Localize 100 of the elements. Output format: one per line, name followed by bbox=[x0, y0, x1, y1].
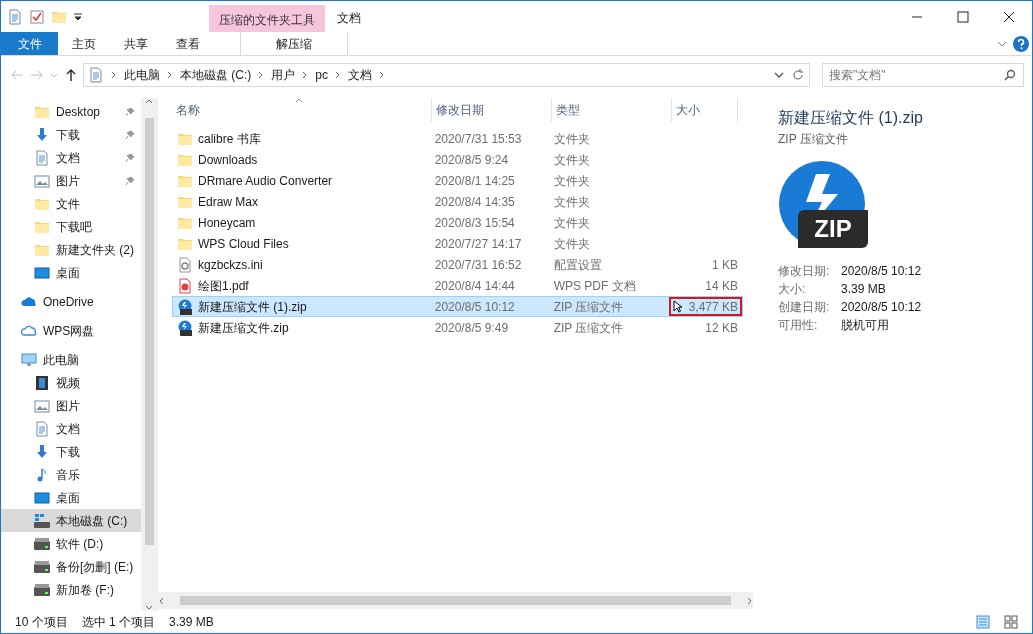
sidebar-item[interactable]: 备份[勿删] (E:) bbox=[1, 555, 141, 578]
file-name: 新建压缩文件.zip bbox=[198, 319, 289, 337]
property-label: 修改日期: bbox=[778, 263, 831, 280]
sidebar-item[interactable]: 新建文件夹 (2) bbox=[1, 238, 141, 261]
picture-icon bbox=[34, 172, 50, 189]
sidebar-item[interactable]: Desktop bbox=[1, 100, 141, 123]
breadcrumb-link[interactable]: 此电脑 bbox=[124, 66, 160, 84]
mouse-pointer-icon bbox=[672, 300, 682, 313]
file-name: WPS Cloud Files bbox=[198, 235, 289, 253]
date-cell-text: 2020/8/4 14:35 bbox=[433, 193, 516, 211]
document-icon bbox=[34, 420, 50, 437]
breadcrumb-link[interactable]: 文档 bbox=[348, 66, 372, 84]
sidebar-item[interactable]: 音乐 bbox=[1, 463, 141, 486]
scrollbar[interactable] bbox=[158, 592, 753, 609]
date-cell-text: 2020/8/3 15:54 bbox=[433, 214, 516, 232]
sidebar-item[interactable]: 文件 bbox=[1, 192, 141, 215]
search-icon bbox=[1004, 69, 1016, 81]
pdf-document-icon bbox=[177, 277, 193, 294]
chevron-right-icon bbox=[111, 71, 117, 79]
selection-count: 选中 1 个项目 bbox=[81, 614, 156, 631]
file-name: Edraw Max bbox=[198, 193, 259, 211]
search-field[interactable]: 搜索"文档" bbox=[822, 63, 1024, 87]
sidebar-item[interactable]: 下载吧 bbox=[1, 215, 141, 238]
item-count: 10 个项目 bbox=[15, 614, 68, 631]
column-header[interactable]: 大小 bbox=[672, 98, 738, 122]
breadcrumb-link[interactable]: 用户 bbox=[271, 66, 296, 84]
scrollbar[interactable] bbox=[141, 98, 157, 611]
sidebar-item[interactable]: 新加卷 (F:) bbox=[1, 578, 141, 601]
type-cell-text: 文件夹 bbox=[552, 151, 591, 169]
column-header[interactable]: 名称 bbox=[172, 98, 432, 122]
sidebar-item[interactable]: 本地磁盘 (C:) bbox=[1, 509, 141, 532]
file-row[interactable]: 绘图1.pdf 2020/8/4 14:44 WPS PDF 文档 14 KB bbox=[172, 275, 743, 296]
file-row[interactable]: DRmare Audio Converter 2020/8/1 14:25 文件夹 bbox=[172, 170, 743, 191]
file-row[interactable]: Edraw Max 2020/8/4 14:35 文件夹 bbox=[172, 191, 743, 212]
property-value: 脱机可用 bbox=[841, 317, 889, 334]
sidebar-item[interactable]: WPS网盘 bbox=[1, 319, 141, 342]
scroll-right-icon bbox=[747, 596, 753, 605]
file-row[interactable]: 新建压缩文件 (1).zip 2020/8/5 10:12 ZIP 压缩文件 3,477 KB bbox=[172, 296, 743, 317]
date-cell-text: 2020/7/31 15:53 bbox=[433, 130, 523, 148]
property-label: 大小: bbox=[778, 281, 807, 298]
ribbon-tab[interactable]: 主页 bbox=[58, 32, 110, 55]
refresh-icon[interactable] bbox=[791, 68, 805, 82]
property-label: 创建日期: bbox=[778, 299, 831, 316]
file-row[interactable]: Downloads 2020/8/5 9:24 文件夹 bbox=[172, 149, 743, 170]
breadcrumb-link[interactable]: pc bbox=[315, 66, 328, 84]
preview-file-name: 新建压缩文件 (1).zip bbox=[778, 108, 924, 128]
property-value: 2020/8/5 10:12 bbox=[841, 299, 922, 316]
help-icon[interactable] bbox=[1013, 35, 1029, 52]
sidebar-item[interactable]: 文档 bbox=[1, 146, 141, 169]
column-header[interactable]: 类型 bbox=[552, 98, 672, 122]
file-name: calibre 书库 bbox=[198, 130, 261, 148]
dropdown-caret-icon[interactable] bbox=[73, 11, 83, 22]
sidebar-item[interactable]: 文档 bbox=[1, 417, 141, 440]
window-title: 文档 bbox=[336, 10, 362, 27]
zip-label: ZIP bbox=[798, 210, 868, 248]
file-menu-button[interactable]: 文件 bbox=[1, 32, 58, 55]
date-cell-text: 2020/8/5 9:49 bbox=[433, 319, 510, 337]
drive-icon bbox=[34, 581, 50, 598]
maximize-icon[interactable] bbox=[954, 8, 972, 25]
large-icons-view-icon[interactable] bbox=[1004, 615, 1018, 629]
preview-file-type: ZIP 压缩文件 bbox=[778, 131, 849, 148]
context-tab-title: 压缩的文件夹工具 bbox=[209, 5, 325, 32]
ribbon-tab[interactable]: 解压缩 bbox=[240, 32, 348, 55]
file-row[interactable]: Honeycam 2020/8/3 15:54 文件夹 bbox=[172, 212, 743, 233]
size-cell: 1 KB bbox=[712, 257, 738, 272]
date-cell-text: 2020/7/27 14:17 bbox=[433, 235, 523, 253]
chevron-right-icon bbox=[335, 71, 341, 79]
ribbon-tab[interactable]: 共享 bbox=[110, 32, 162, 55]
file-row[interactable]: calibre 书库 2020/7/31 15:53 文件夹 bbox=[172, 128, 743, 149]
property-label: 可用性: bbox=[778, 317, 819, 334]
selection-size: 3.39 MB bbox=[169, 614, 214, 631]
sidebar-item[interactable]: OneDrive bbox=[1, 290, 141, 313]
file-row[interactable]: WPS Cloud Files 2020/7/27 14:17 文件夹 bbox=[172, 233, 743, 254]
sidebar-item[interactable]: 桌面 bbox=[1, 486, 141, 509]
type-cell-text: 文件夹 bbox=[552, 193, 591, 211]
type-cell-text: WPS PDF 文档 bbox=[552, 277, 637, 295]
sidebar-item[interactable]: 下载 bbox=[1, 123, 141, 146]
file-row[interactable]: 新建压缩文件.zip 2020/8/5 9:49 ZIP 压缩文件 12 KB bbox=[172, 317, 743, 338]
type-cell-text: ZIP 压缩文件 bbox=[552, 319, 625, 337]
column-header[interactable]: 修改日期 bbox=[432, 98, 552, 122]
sidebar-item[interactable]: 图片 bbox=[1, 394, 141, 417]
type-cell-text: 配置设置 bbox=[552, 256, 603, 274]
file-name: kgzbckzs.ini bbox=[198, 256, 263, 274]
file-row[interactable]: kgzbckzs.ini 2020/7/31 16:52 配置设置 1 KB bbox=[172, 254, 743, 275]
type-cell-text: 文件夹 bbox=[552, 130, 591, 148]
chevron-down-icon[interactable] bbox=[774, 70, 784, 80]
sidebar-item[interactable]: 视频 bbox=[1, 371, 141, 394]
chevron-right-icon bbox=[302, 71, 309, 79]
breadcrumb-link[interactable]: 本地磁盘 (C:) bbox=[180, 66, 252, 84]
ribbon-tab[interactable]: 查看 bbox=[162, 32, 214, 55]
sidebar-item[interactable]: 软件 (D:) bbox=[1, 532, 141, 555]
sidebar-item[interactable]: 此电脑 bbox=[1, 348, 141, 371]
sidebar-item[interactable]: 桌面 bbox=[1, 261, 141, 284]
gear-document-icon bbox=[177, 256, 193, 273]
file-name: DRmare Audio Converter bbox=[198, 172, 333, 190]
scroll-up-icon bbox=[145, 98, 153, 104]
chevron-right-icon bbox=[379, 71, 385, 79]
drive-icon bbox=[34, 535, 50, 552]
sidebar-item[interactable]: 下载 bbox=[1, 440, 141, 463]
sidebar-item[interactable]: 图片 bbox=[1, 169, 141, 192]
